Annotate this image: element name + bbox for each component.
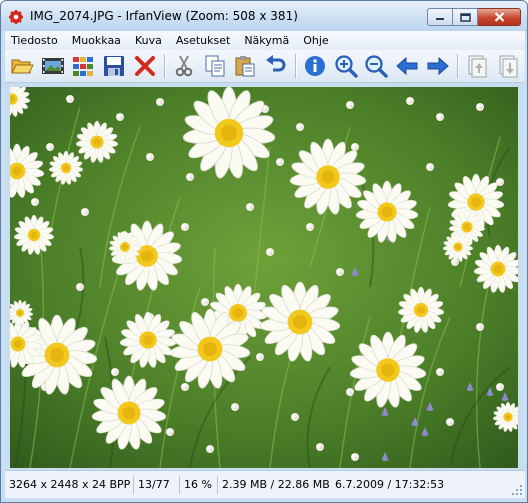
menu-ohje[interactable]: Ohje xyxy=(296,31,335,50)
toolbar-separator xyxy=(456,54,459,78)
delete-icon xyxy=(134,56,155,76)
info-icon xyxy=(305,56,326,76)
last-page-button[interactable] xyxy=(494,52,521,80)
window-title: IMG_2074.JPG - IrfanView (Zoom: 508 x 38… xyxy=(30,9,298,23)
delete-button[interactable] xyxy=(131,52,158,80)
daisy-meadow-photo xyxy=(10,87,518,468)
copy-icon xyxy=(205,55,225,77)
next-icon xyxy=(427,56,449,76)
info-button[interactable] xyxy=(302,52,329,80)
thumbnails-button[interactable] xyxy=(70,52,97,80)
close-button[interactable] xyxy=(478,8,521,26)
menu-nakyma[interactable]: Näkymä xyxy=(237,31,296,50)
undo-button[interactable] xyxy=(263,52,290,80)
save-icon xyxy=(103,56,124,76)
menu-asetukset[interactable]: Asetukset xyxy=(169,31,238,50)
menu-muokkaa[interactable]: Muokkaa xyxy=(65,31,128,50)
zoom-in-button[interactable] xyxy=(333,52,360,80)
irfanview-app-icon[interactable] xyxy=(8,9,24,25)
slideshow-button[interactable] xyxy=(40,52,67,80)
status-position: 13/77 xyxy=(134,475,180,494)
status-dimensions: 3264 x 2448 x 24 BPP xyxy=(5,475,134,494)
open-button[interactable] xyxy=(9,52,36,80)
toolbar xyxy=(5,50,525,83)
maximize-button[interactable] xyxy=(453,8,478,26)
title-bar[interactable]: IMG_2074.JPG - IrfanView (Zoom: 508 x 38… xyxy=(1,1,527,31)
open-folder-icon xyxy=(11,59,35,74)
cut-button[interactable] xyxy=(171,52,198,80)
previous-icon xyxy=(396,56,418,76)
thumbnails-icon xyxy=(73,57,94,76)
status-datetime: 6.7.2009 / 17:32:53 xyxy=(335,477,445,491)
status-zoom: 16 % xyxy=(180,475,218,494)
minimize-icon xyxy=(436,18,444,20)
zoom-out-button[interactable] xyxy=(363,52,390,80)
image-viewport[interactable] xyxy=(10,87,518,468)
cut-icon xyxy=(175,55,193,77)
menu-tiedosto[interactable]: Tiedosto xyxy=(5,31,65,50)
save-button[interactable] xyxy=(101,52,128,80)
slideshow-icon xyxy=(41,58,64,74)
paste-button[interactable] xyxy=(232,52,259,80)
menu-bar: Tiedosto Muokkaa Kuva Asetukset Näkymä O… xyxy=(5,31,525,50)
paste-icon xyxy=(235,56,255,77)
irfanview-window: IMG_2074.JPG - IrfanView (Zoom: 508 x 38… xyxy=(0,0,528,503)
resize-grip-icon[interactable] xyxy=(511,484,523,496)
close-icon xyxy=(494,12,504,22)
first-page-button[interactable] xyxy=(464,52,491,80)
previous-button[interactable] xyxy=(394,52,421,80)
minimize-button[interactable] xyxy=(427,8,453,26)
zoom-out-icon xyxy=(365,55,389,78)
first-page-icon xyxy=(468,55,487,78)
status-file-size: 2.39 MB / 22.86 MB xyxy=(222,477,330,491)
zoom-in-icon xyxy=(335,55,358,78)
last-page-icon xyxy=(499,55,518,78)
status-bar: 3264 x 2448 x 24 BPP 13/77 16 % 2.39 MB … xyxy=(5,470,525,498)
next-button[interactable] xyxy=(424,52,451,80)
copy-button[interactable] xyxy=(201,52,228,80)
menu-kuva[interactable]: Kuva xyxy=(128,31,169,50)
toolbar-separator xyxy=(163,54,166,78)
undo-icon xyxy=(265,55,286,72)
toolbar-separator xyxy=(295,54,298,78)
maximize-icon xyxy=(459,12,471,22)
